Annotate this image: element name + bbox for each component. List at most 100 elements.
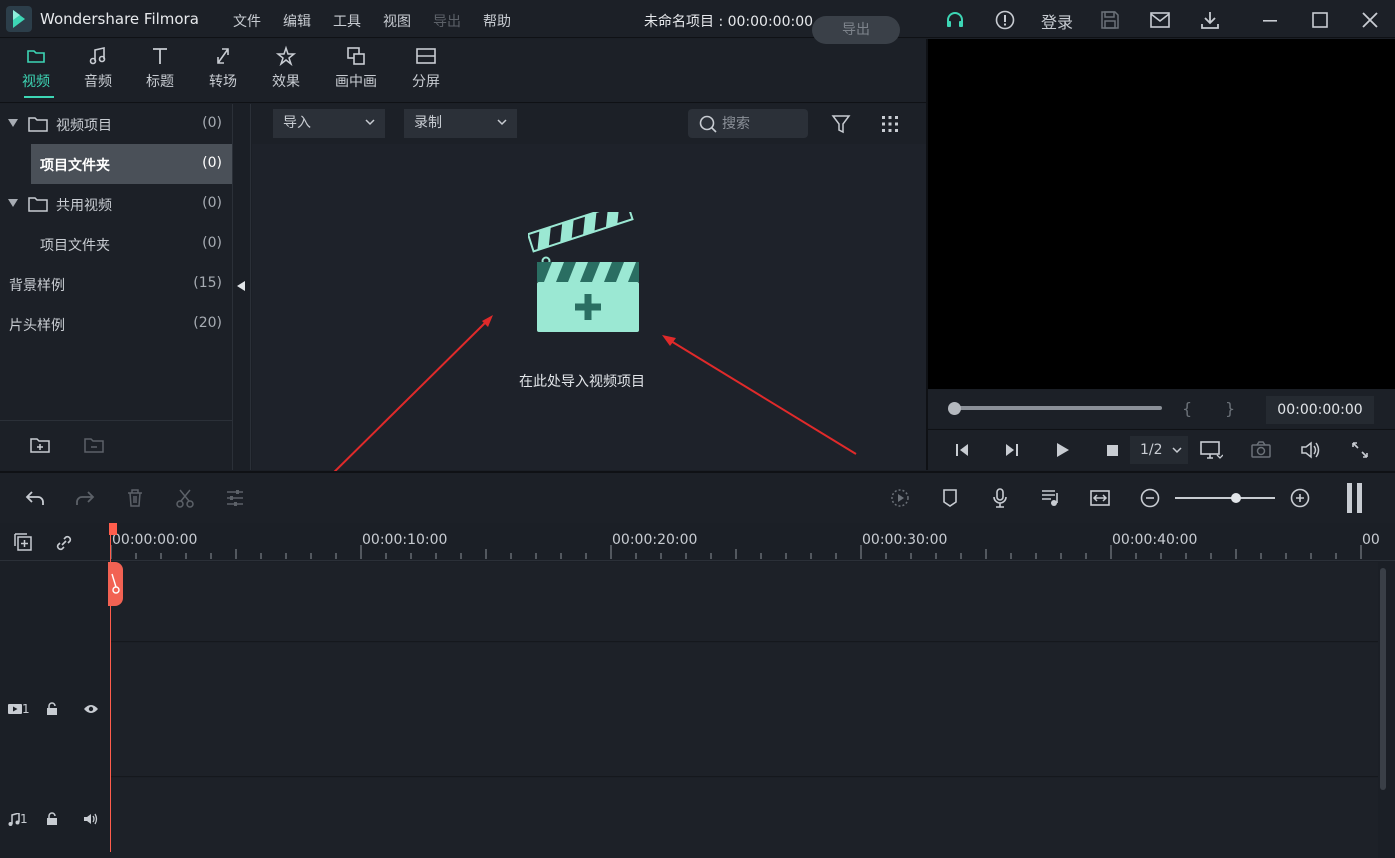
eye-visibility-icon[interactable] — [83, 703, 99, 715]
tree-item-shared-videos[interactable]: 共用视频 (0) — [0, 184, 232, 224]
filter-icon[interactable] — [831, 114, 851, 134]
preview-progress-handle[interactable] — [948, 402, 961, 415]
lock-icon[interactable] — [45, 812, 59, 826]
marker-icon[interactable] — [939, 487, 961, 509]
step-forward-icon[interactable] — [1002, 440, 1022, 460]
timeline-scrollbar-thumb[interactable] — [1380, 568, 1386, 790]
video-track-icon — [8, 704, 22, 714]
maximize-icon[interactable] — [1309, 9, 1331, 31]
pip-icon — [345, 45, 367, 67]
remove-folder-icon[interactable] — [84, 435, 106, 455]
music-note-icon — [8, 812, 20, 826]
panel-collapse-strip[interactable] — [232, 104, 251, 470]
ruler-label-20: 00:00:20:00 — [612, 532, 698, 548]
audio-track-label: 1 — [8, 812, 28, 826]
chevron-down-icon — [365, 119, 375, 126]
caret-down-icon — [8, 119, 18, 127]
add-track-icon[interactable] — [12, 531, 34, 553]
tab-audio[interactable]: 音频 — [68, 39, 128, 103]
display-monitor-icon[interactable] — [1199, 439, 1223, 461]
mail-icon[interactable] — [1149, 9, 1171, 31]
save-icon[interactable] — [1099, 9, 1121, 31]
zoom-in-icon[interactable] — [1289, 487, 1311, 509]
track-empty-top[interactable] — [110, 562, 1378, 642]
menu-view[interactable]: 视图 — [383, 11, 411, 31]
zoom-out-icon[interactable] — [1139, 487, 1161, 509]
new-folder-icon[interactable] — [30, 435, 52, 455]
play-icon[interactable] — [1052, 440, 1072, 460]
step-back-icon[interactable] — [952, 440, 972, 460]
record-dropdown[interactable]: 录制 — [404, 109, 517, 138]
menu-edit[interactable]: 编辑 — [283, 11, 311, 31]
preview-canvas — [928, 39, 1395, 389]
tree-item-background-samples[interactable]: 背景样例 (15) — [0, 264, 232, 304]
tab-pip[interactable]: 画中画 — [326, 39, 386, 103]
audio-mixer-icon[interactable] — [1039, 487, 1061, 509]
transition-icon — [212, 45, 234, 67]
tab-titles[interactable]: 标题 — [130, 39, 190, 103]
tree-item-project-folder[interactable]: 项目文件夹 (0) — [0, 224, 232, 264]
stop-icon[interactable] — [1102, 440, 1122, 460]
playhead-handle[interactable] — [108, 562, 123, 606]
snapshot-camera-icon[interactable] — [1250, 440, 1272, 460]
menu-file[interactable]: 文件 — [233, 11, 261, 31]
export-button[interactable]: 导出 — [812, 16, 900, 44]
info-icon[interactable] — [994, 9, 1016, 31]
tree-item-intro-samples[interactable]: 片头样例 (20) — [0, 304, 232, 344]
project-title: 未命名项目 : 00:00:00:00 — [644, 14, 814, 30]
fit-timeline-icon[interactable] — [1089, 487, 1111, 509]
video-track-1[interactable] — [110, 643, 1378, 777]
panel-toggle-icon[interactable] — [1346, 483, 1364, 513]
mark-out-button[interactable]: } — [1225, 399, 1235, 418]
menu-help[interactable]: 帮助 — [483, 11, 511, 31]
tree-item-project-folder-selected[interactable]: 项目文件夹 (0) — [31, 144, 232, 184]
microphone-icon[interactable] — [989, 487, 1011, 509]
tree-footer — [0, 420, 232, 470]
zoom-slider-handle[interactable] — [1231, 493, 1241, 503]
close-icon[interactable] — [1359, 9, 1381, 31]
import-dropdown[interactable]: 导入 — [273, 109, 385, 138]
lock-icon[interactable] — [45, 702, 59, 716]
preview-timecode: 00:00:00:00 — [1266, 396, 1374, 424]
playback-quality-select[interactable]: 1/2 — [1130, 436, 1188, 464]
mark-in-button[interactable]: { — [1182, 399, 1192, 418]
cut-scissors-icon[interactable] — [174, 487, 196, 509]
fullscreen-icon[interactable] — [1350, 440, 1370, 460]
tab-split-screen[interactable]: 分屏 — [396, 39, 456, 103]
adjust-sliders-icon[interactable] — [224, 487, 246, 509]
delete-icon[interactable] — [124, 487, 146, 509]
headset-icon[interactable] — [944, 9, 966, 31]
effects-icon — [275, 45, 297, 67]
menu-tools[interactable]: 工具 — [333, 11, 361, 31]
login-link[interactable]: 登录 — [1041, 9, 1073, 33]
chevron-down-icon — [497, 119, 507, 126]
volume-icon[interactable] — [1300, 440, 1322, 460]
menu-export[interactable]: 导出 — [433, 11, 461, 31]
ruler-label-10: 00:00:10:00 — [362, 532, 448, 548]
render-preview-icon[interactable] — [889, 487, 911, 509]
tab-effects[interactable]: 效果 — [256, 39, 316, 103]
preview-progress-track[interactable] — [950, 406, 1162, 410]
speaker-icon[interactable] — [83, 812, 99, 826]
playhead-scissors-icon — [111, 573, 120, 594]
caret-down-icon — [8, 199, 18, 207]
folder-icon — [28, 117, 48, 132]
video-track-label: 1 — [8, 702, 30, 716]
tab-transitions[interactable]: 转场 — [193, 39, 253, 103]
zoom-slider-track[interactable] — [1175, 497, 1275, 499]
search-input[interactable] — [722, 114, 802, 134]
tab-video[interactable]: 视频 — [6, 39, 66, 103]
audio-track-1[interactable] — [110, 778, 1378, 858]
link-icon[interactable] — [53, 532, 75, 554]
ruler-label-50: 00 — [1362, 532, 1380, 548]
grid-view-icon[interactable] — [880, 114, 900, 134]
ruler-label-40: 00:00:40:00 — [1112, 532, 1198, 548]
search-box[interactable] — [688, 109, 808, 138]
download-icon[interactable] — [1199, 9, 1221, 31]
text-t-icon — [149, 45, 171, 67]
app-name: Wondershare Filmora — [40, 10, 199, 28]
undo-icon[interactable] — [24, 487, 46, 509]
minimize-icon[interactable] — [1259, 9, 1281, 31]
redo-icon[interactable] — [74, 487, 96, 509]
tree-item-video-projects[interactable]: 视频项目 (0) — [0, 104, 232, 144]
